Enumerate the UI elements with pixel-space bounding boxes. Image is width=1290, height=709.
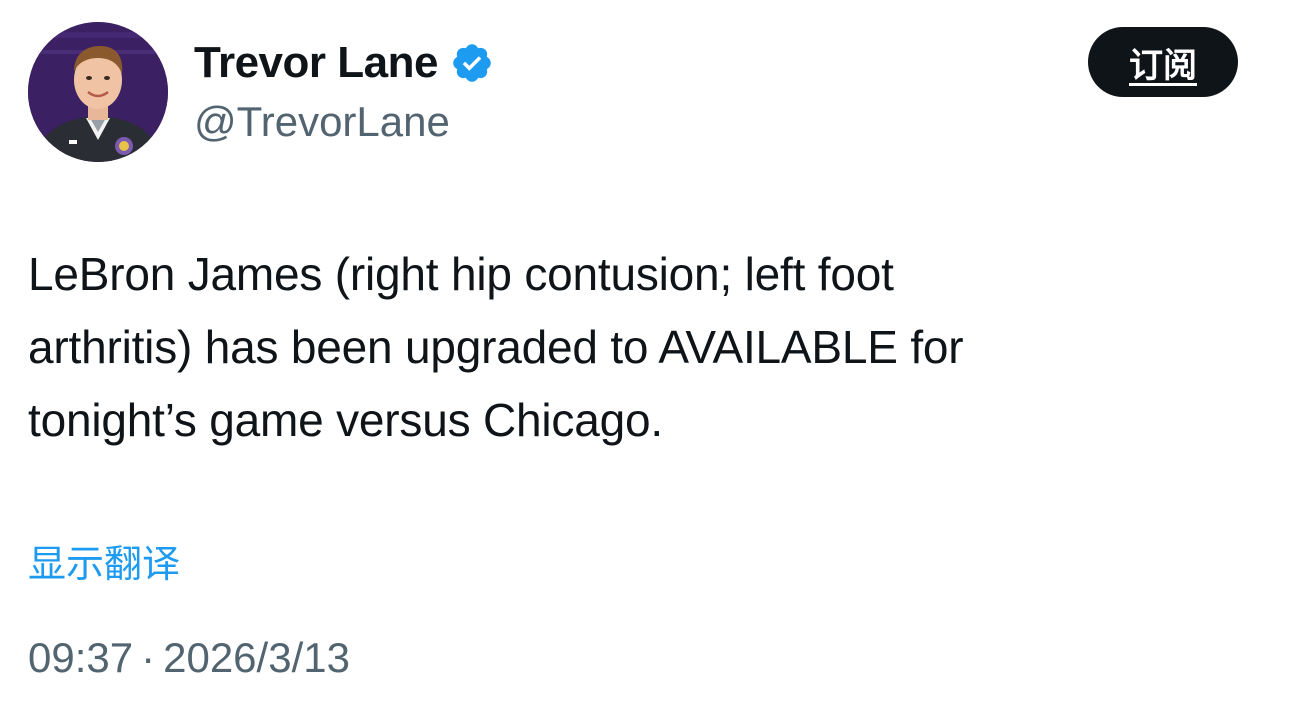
tweet-text-line: tonight’s game versus Chicago.: [28, 394, 663, 446]
tweet-text: LeBron James (right hip contusion; left …: [28, 238, 1258, 457]
tweet-timestamp[interactable]: 09:37 · 2026/3/13: [28, 628, 350, 688]
display-name[interactable]: Trevor Lane: [194, 36, 438, 90]
tweet-text-line: LeBron James (right hip contusion; left …: [28, 248, 894, 300]
show-translation-link[interactable]: 显示翻译: [28, 536, 180, 592]
meta-separator: ·: [141, 634, 156, 681]
tweet-date: 2026/3/13: [163, 634, 350, 681]
name-row: Trevor Lane: [194, 36, 494, 90]
tweet-time: 09:37: [28, 634, 134, 681]
user-handle[interactable]: @TrevorLane: [194, 92, 494, 152]
tweet-text-line: arthritis) has been upgraded to AVAILABL…: [28, 321, 964, 373]
verified-badge-icon: [450, 41, 494, 85]
subscribe-button[interactable]: 订阅: [1088, 27, 1238, 97]
tweet-header: Trevor Lane @TrevorLane 订阅: [28, 20, 1262, 166]
avatar[interactable]: [28, 22, 168, 162]
avatar-photo: [28, 22, 168, 162]
author-info: Trevor Lane @TrevorLane: [194, 36, 494, 152]
